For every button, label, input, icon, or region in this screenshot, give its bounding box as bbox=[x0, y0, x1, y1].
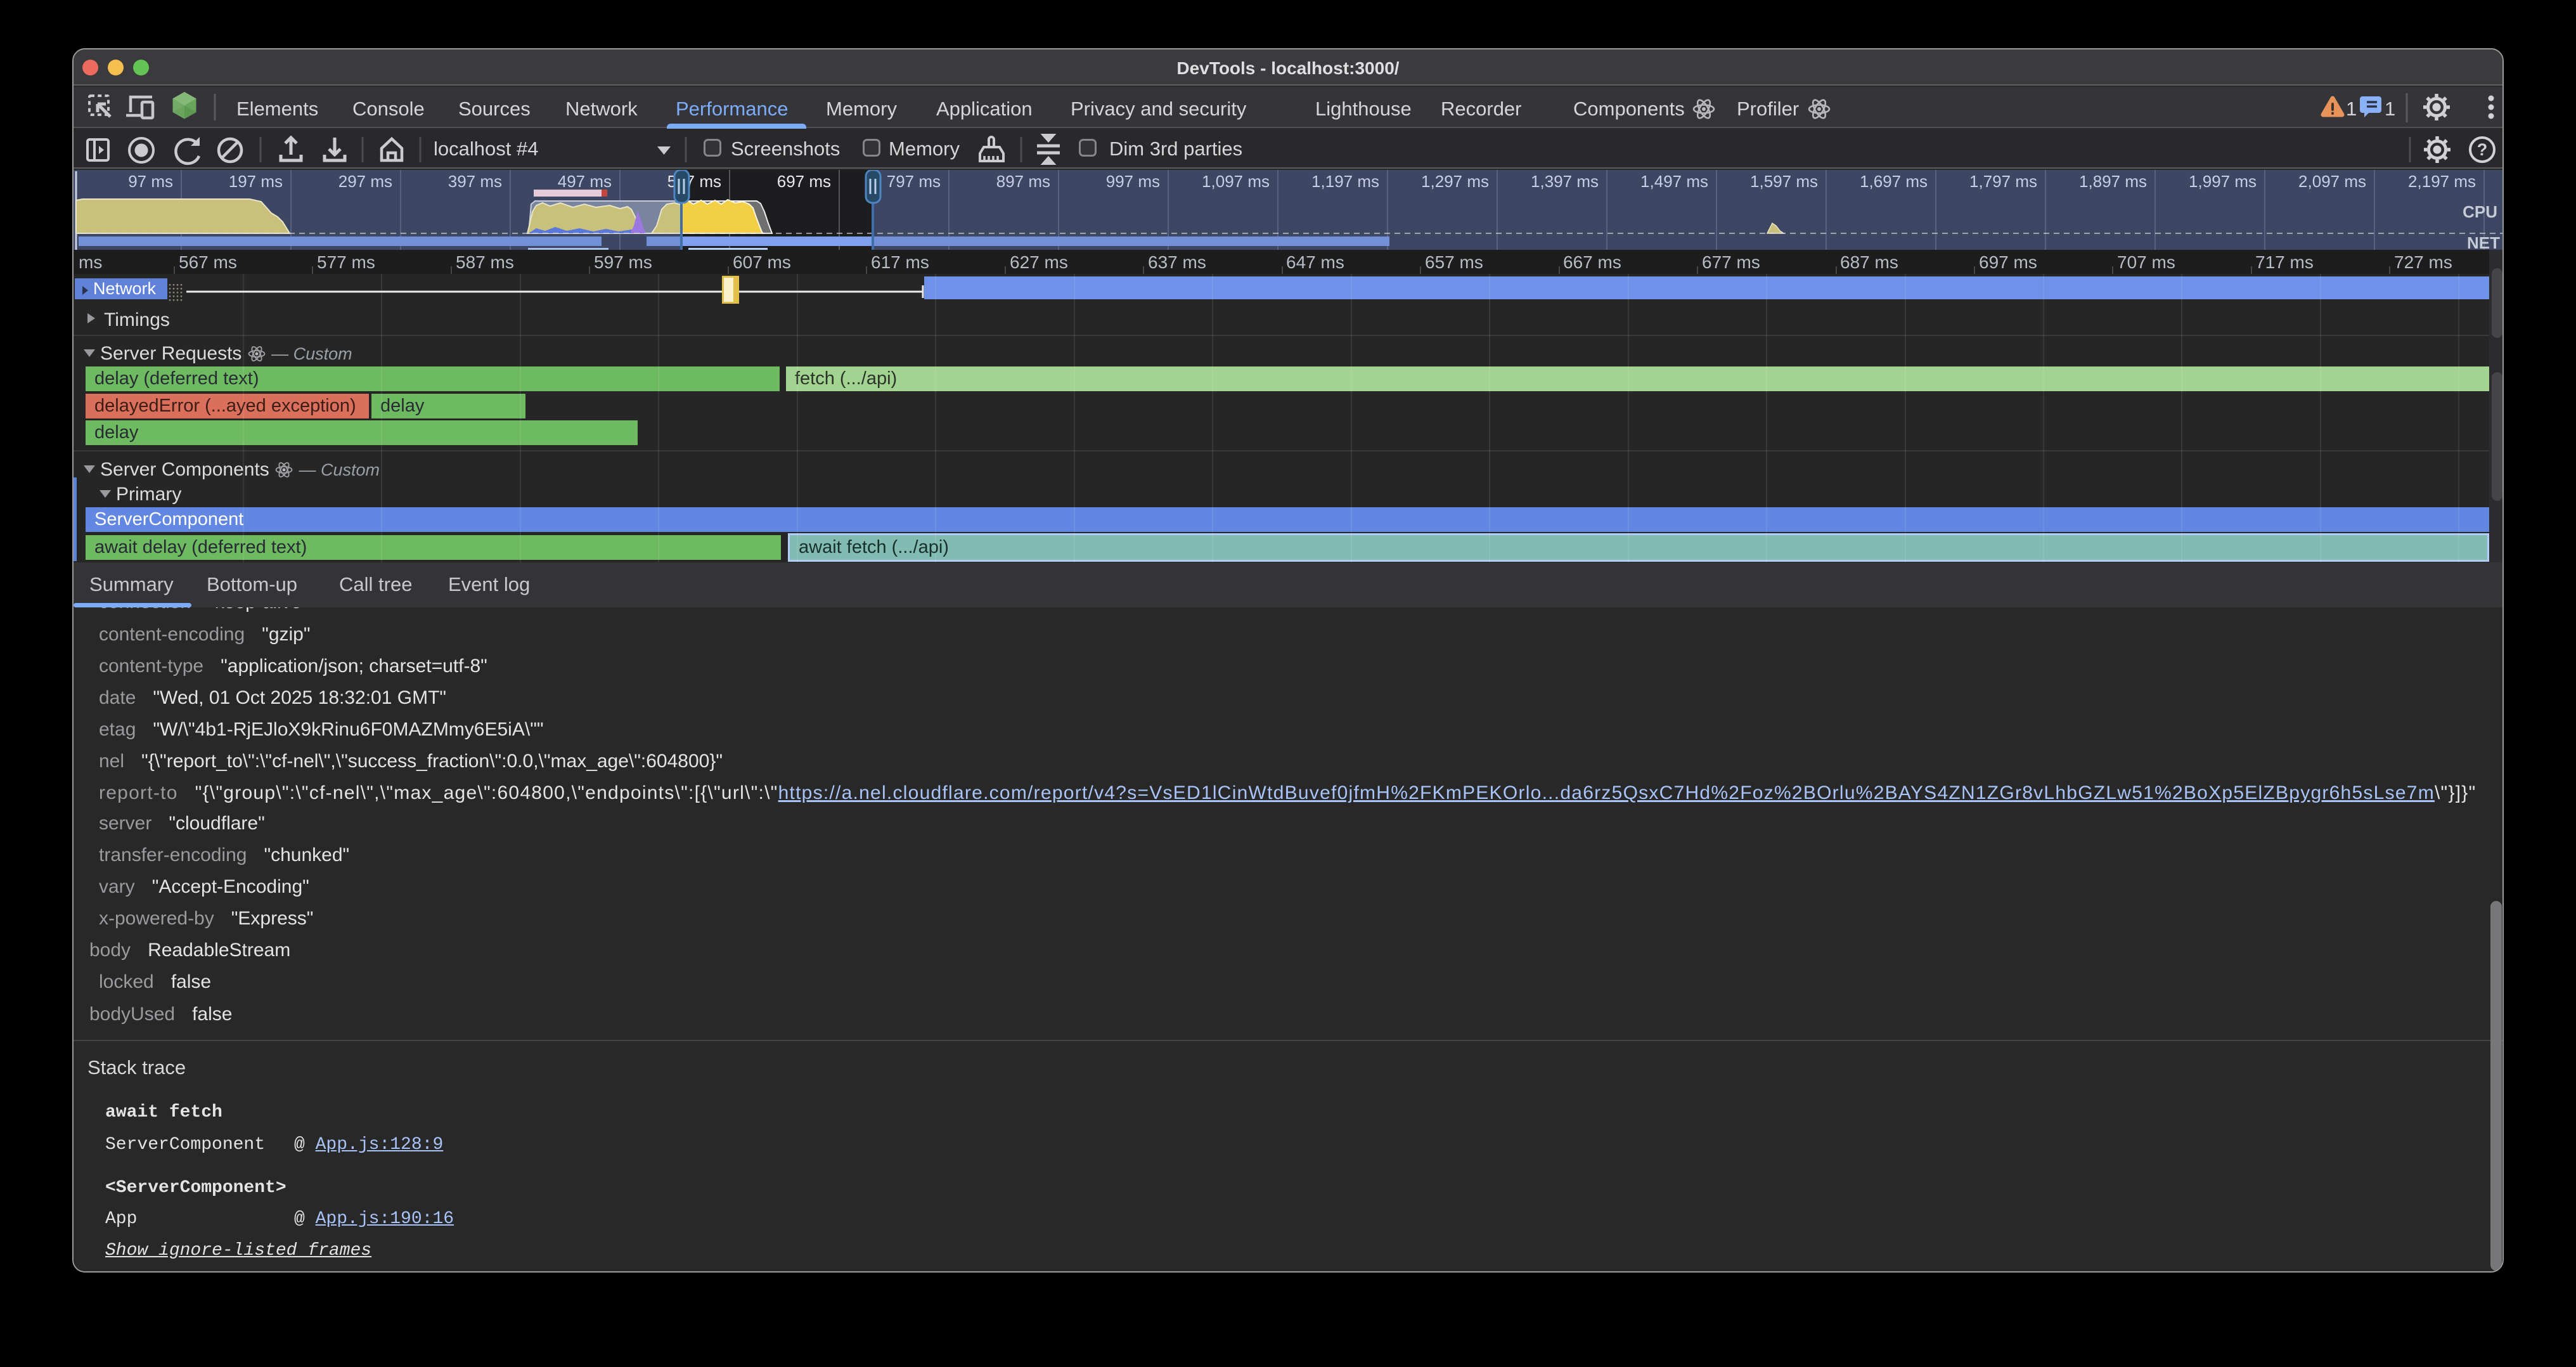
svg-text:NET: NET bbox=[2467, 233, 2500, 250]
svg-text:1,097 ms: 1,097 ms bbox=[1202, 172, 1270, 191]
svg-text:1,797 ms: 1,797 ms bbox=[1969, 172, 2037, 191]
svg-text:1,497 ms: 1,497 ms bbox=[1640, 172, 1708, 191]
svg-text:1,697 ms: 1,697 ms bbox=[1860, 172, 1928, 191]
svg-text:97 ms: 97 ms bbox=[128, 172, 173, 191]
svg-text:797 ms: 797 ms bbox=[887, 172, 941, 191]
svg-text:697 ms: 697 ms bbox=[777, 172, 831, 191]
svg-text:297 ms: 297 ms bbox=[338, 172, 392, 191]
svg-text:997 ms: 997 ms bbox=[1106, 172, 1160, 191]
svg-text:CPU: CPU bbox=[2463, 202, 2497, 221]
svg-text:?: ? bbox=[2477, 140, 2488, 159]
svg-text:897 ms: 897 ms bbox=[996, 172, 1050, 191]
svg-text:1,197 ms: 1,197 ms bbox=[1311, 172, 1379, 191]
svg-text:2,097 ms: 2,097 ms bbox=[2298, 172, 2366, 191]
svg-text:397 ms: 397 ms bbox=[448, 172, 502, 191]
svg-text:1,597 ms: 1,597 ms bbox=[1750, 172, 1818, 191]
svg-text:197 ms: 197 ms bbox=[229, 172, 283, 191]
svg-text:1,297 ms: 1,297 ms bbox=[1421, 172, 1489, 191]
svg-text:2,197 ms: 2,197 ms bbox=[2408, 172, 2476, 191]
svg-text:1,397 ms: 1,397 ms bbox=[1531, 172, 1599, 191]
svg-text:1,997 ms: 1,997 ms bbox=[2189, 172, 2257, 191]
svg-text:497 ms: 497 ms bbox=[558, 172, 612, 191]
svg-text:1,897 ms: 1,897 ms bbox=[2079, 172, 2147, 191]
